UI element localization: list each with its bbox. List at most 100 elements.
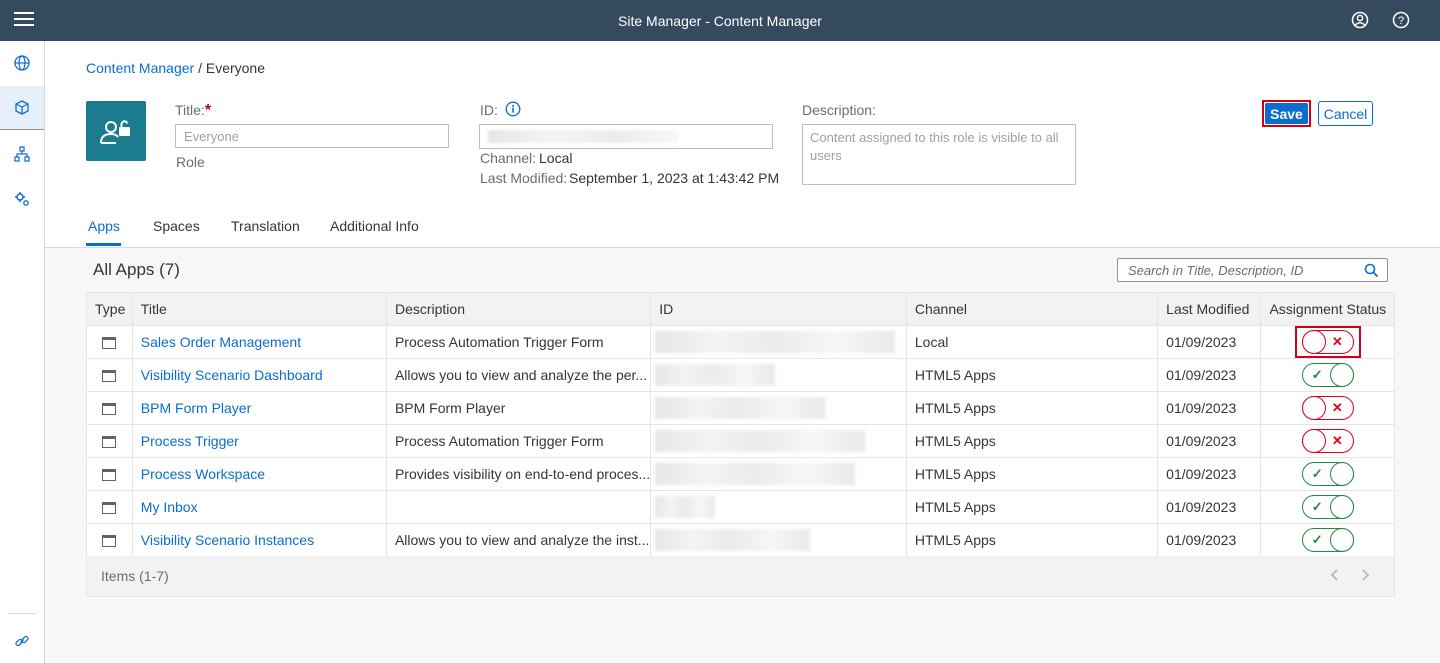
last-modified-cell: 01/09/2023: [1157, 358, 1262, 392]
assignment-status-cell: ✓: [1260, 523, 1395, 557]
app-window-icon: [102, 370, 117, 383]
last-modified-value: September 1, 2023 at 1:43:42 PM: [569, 170, 780, 186]
breadcrumb-link-content-manager[interactable]: Content Manager: [86, 60, 194, 76]
link-icon[interactable]: [0, 619, 44, 663]
table-row[interactable]: Visibility Scenario Instances Allows you…: [86, 523, 1395, 557]
column-header-description[interactable]: Description: [385, 292, 652, 326]
assignment-toggle[interactable]: ✓: [1301, 462, 1354, 486]
channel-cell: HTML5 Apps: [905, 457, 1159, 491]
description-cell: Allows you to view and analyze the per..…: [385, 358, 652, 392]
table-footer: Items (1-7): [86, 556, 1395, 597]
assignment-toggle[interactable]: ✓: [1301, 528, 1354, 552]
assignment-toggle[interactable]: ✓: [1301, 495, 1354, 519]
app-title-link[interactable]: Visibility Scenario Instances: [141, 532, 314, 548]
items-count: Items (1-7): [101, 568, 169, 584]
title-input[interactable]: [175, 124, 449, 148]
app-title: Site Manager - Content Manager: [618, 12, 822, 29]
app-window-icon: [102, 403, 117, 416]
table-row[interactable]: Visibility Scenario Dashboard Allows you…: [86, 358, 1395, 392]
globe-icon[interactable]: [0, 41, 44, 85]
channel-cell: HTML5 Apps: [905, 523, 1159, 557]
type-cell: [86, 424, 133, 458]
last-modified-cell: 01/09/2023: [1157, 457, 1262, 491]
help-icon[interactable]: ?: [1391, 10, 1411, 30]
table-title: All Apps (7): [93, 260, 180, 279]
table-row[interactable]: My Inbox HTML5 Apps 01/09/2023 ✓: [86, 490, 1395, 524]
app-title-link[interactable]: Process Workspace: [141, 466, 265, 482]
tab-spaces[interactable]: Spaces: [153, 218, 200, 234]
column-header-type[interactable]: Type: [86, 292, 133, 326]
search-field[interactable]: [1117, 258, 1388, 282]
settings-icon[interactable]: [0, 177, 44, 221]
assignment-toggle[interactable]: ✕: [1301, 330, 1354, 354]
cancel-button[interactable]: Cancel: [1318, 101, 1373, 126]
search-icon[interactable]: [1364, 263, 1379, 281]
column-header-title[interactable]: Title: [131, 292, 387, 326]
table-header-row: Type Title Description ID Channel Last M…: [86, 292, 1395, 326]
user-profile-icon[interactable]: [1350, 10, 1370, 30]
assignment-status-cell: ✓: [1260, 490, 1395, 524]
description-cell: Process Automation Trigger Form: [385, 424, 652, 458]
app-title-link[interactable]: My Inbox: [141, 499, 198, 515]
highlight-box: ✕: [1294, 326, 1361, 358]
menu-icon[interactable]: [14, 12, 34, 29]
channel-cell: HTML5 Apps: [905, 490, 1159, 524]
search-input[interactable]: [1118, 259, 1353, 281]
content-manager-icon[interactable]: [0, 86, 44, 130]
description-label: Description:: [802, 102, 876, 118]
id-redacted: [655, 331, 896, 353]
app-title-link[interactable]: Process Trigger: [141, 433, 239, 449]
table-row[interactable]: Sales Order Management Process Automatio…: [86, 325, 1395, 359]
id-field[interactable]: [479, 124, 773, 149]
shell-bar: Site Manager - Content Manager ?: [0, 0, 1440, 41]
description-textarea[interactable]: Content assigned to this role is visible…: [802, 124, 1076, 185]
channel-cell: HTML5 Apps: [905, 358, 1159, 392]
assignment-status-cell: ✓: [1260, 358, 1395, 392]
app-title-link[interactable]: BPM Form Player: [141, 400, 251, 416]
info-icon[interactable]: [505, 101, 521, 120]
assignment-status-cell: ✕: [1260, 424, 1395, 458]
channel-cell: HTML5 Apps: [905, 424, 1159, 458]
tab-translation[interactable]: Translation: [231, 218, 300, 234]
id-redacted: [655, 496, 716, 518]
table-row[interactable]: Process Trigger Process Automation Trigg…: [86, 424, 1395, 458]
close-icon: ✕: [1331, 400, 1343, 415]
id-cell: [650, 358, 907, 392]
next-page-icon[interactable]: [1357, 567, 1373, 583]
column-header-last-modified[interactable]: Last Modified: [1157, 292, 1262, 326]
id-redacted: [655, 529, 811, 551]
last-modified-cell: 01/09/2023: [1157, 523, 1262, 557]
column-header-id[interactable]: ID: [650, 292, 907, 326]
id-cell: [650, 325, 907, 359]
app-window-icon: [102, 337, 117, 350]
assignment-toggle[interactable]: ✓: [1301, 363, 1354, 387]
description-cell: Provides visibility on end-to-end proces…: [385, 457, 652, 491]
title-cell: Sales Order Management: [131, 325, 387, 359]
channel-cell: Local: [905, 325, 1159, 359]
tab-additional-info[interactable]: Additional Info: [330, 218, 419, 234]
tab-apps[interactable]: Apps: [88, 218, 120, 234]
column-header-channel[interactable]: Channel: [905, 292, 1159, 326]
assignment-toggle[interactable]: ✕: [1301, 429, 1354, 453]
description-cell: [385, 490, 652, 524]
title-cell: Visibility Scenario Dashboard: [131, 358, 387, 392]
column-header-assignment-status[interactable]: Assignment Status: [1260, 292, 1395, 326]
table-row[interactable]: Process Workspace Provides visibility on…: [86, 457, 1395, 491]
check-icon: ✓: [1311, 499, 1323, 514]
save-button[interactable]: Save: [1262, 100, 1311, 127]
type-cell: [86, 391, 133, 425]
assignment-toggle[interactable]: ✕: [1301, 396, 1354, 420]
type-cell: [86, 490, 133, 524]
last-modified-cell: 01/09/2023: [1157, 424, 1262, 458]
previous-page-icon[interactable]: [1327, 567, 1343, 583]
app-title-link[interactable]: Sales Order Management: [141, 334, 301, 350]
id-cell: [650, 391, 907, 425]
app-title-link[interactable]: Visibility Scenario Dashboard: [141, 367, 323, 383]
type-cell: [86, 523, 133, 557]
last-modified-cell: 01/09/2023: [1157, 490, 1262, 524]
table-row[interactable]: BPM Form Player BPM Form Player HTML5 Ap…: [86, 391, 1395, 425]
side-navigation: [0, 41, 45, 663]
hierarchy-icon[interactable]: [0, 132, 44, 176]
assignment-status-cell: ✕: [1260, 325, 1395, 359]
channel-cell: HTML5 Apps: [905, 391, 1159, 425]
